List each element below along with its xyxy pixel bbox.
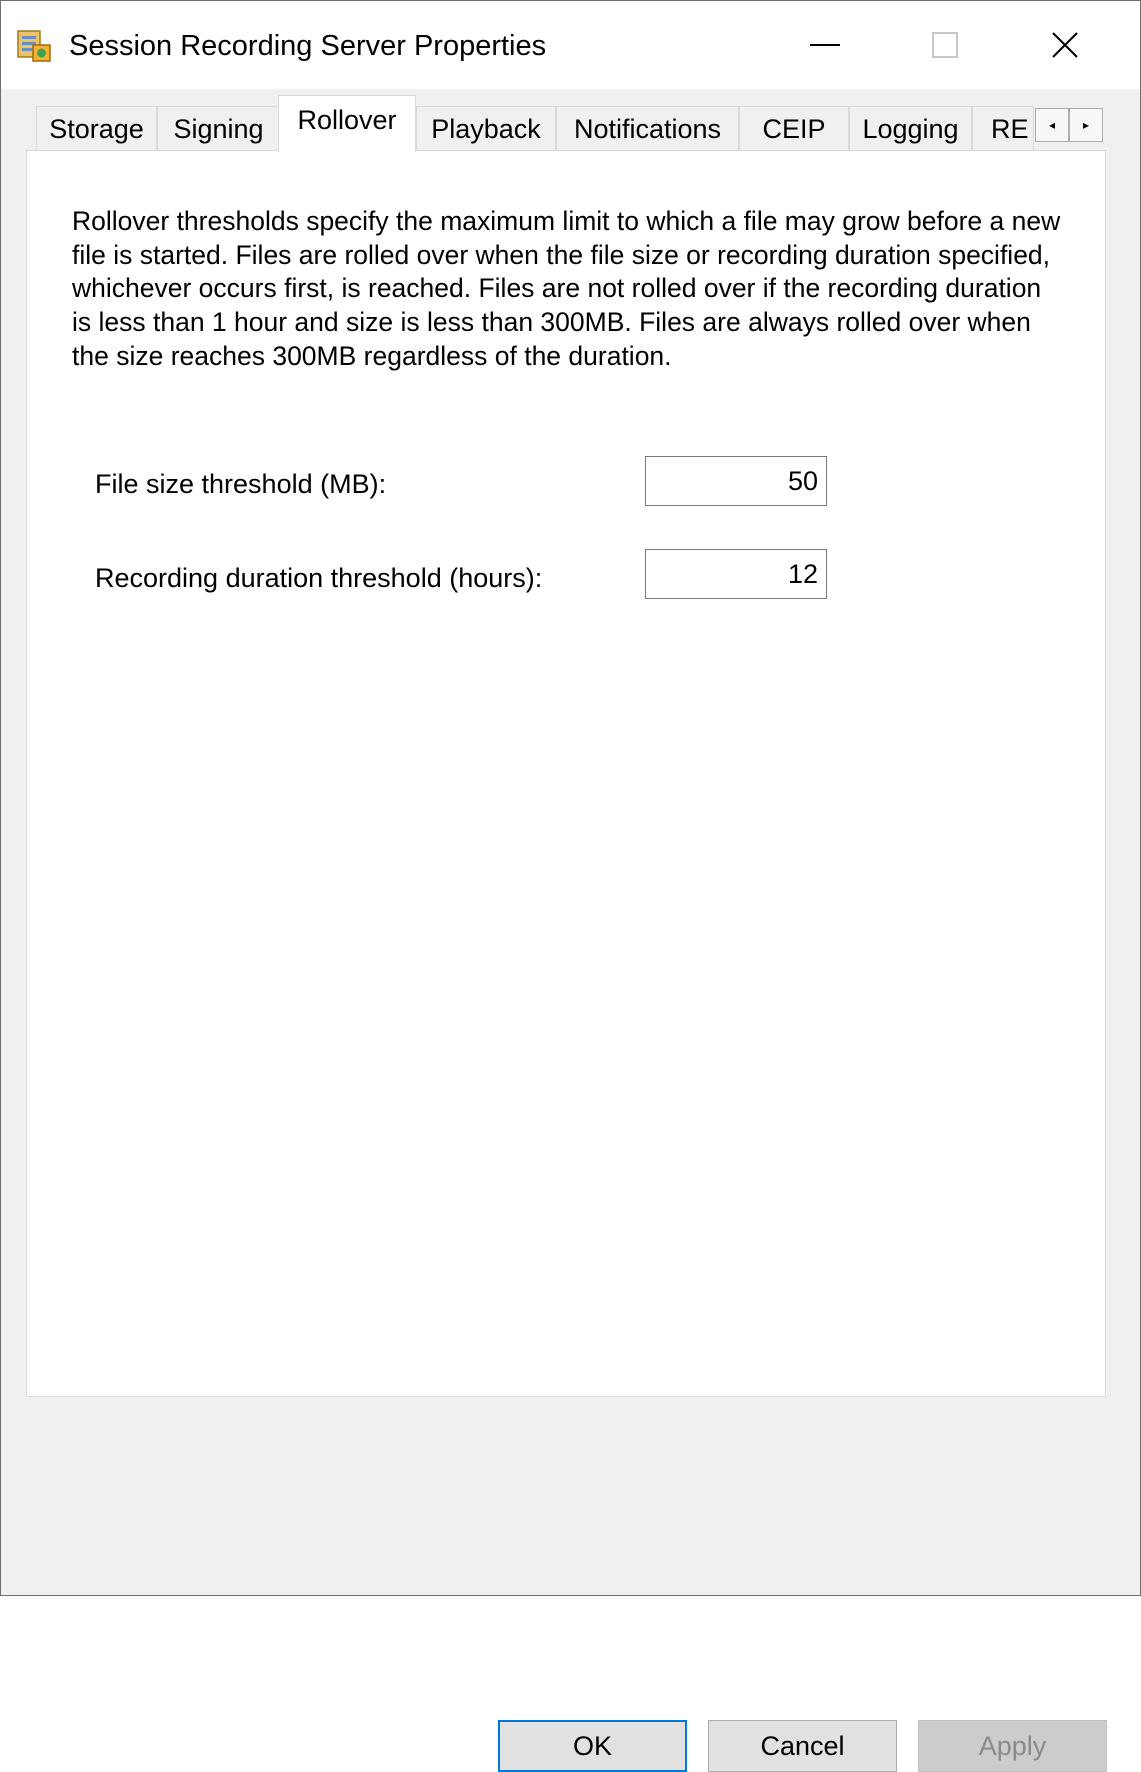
properties-dialog: Session Recording Server Properties Stor… (0, 0, 1141, 1596)
tab-notifications[interactable]: Notifications (556, 106, 739, 150)
server-properties-icon (16, 29, 52, 63)
ok-button[interactable]: OK (498, 1720, 687, 1772)
cancel-button[interactable]: Cancel (708, 1720, 897, 1772)
tab-storage[interactable]: Storage (36, 106, 157, 150)
tab-playback[interactable]: Playback (416, 106, 556, 150)
apply-button[interactable]: Apply (918, 1720, 1107, 1772)
tab-scroll-left-button[interactable]: ◂ (1035, 108, 1069, 142)
file-size-label: File size threshold (MB): (95, 469, 387, 499)
close-button[interactable] (1010, 1, 1120, 89)
tab-logging[interactable]: Logging (849, 106, 972, 150)
tab-strip: Storage Signing Rollover Playback Notifi… (1, 89, 1140, 152)
minimize-icon (810, 44, 840, 46)
tab-scroll-right-button[interactable]: ▸ (1069, 108, 1103, 142)
window-title: Session Recording Server Properties (69, 30, 547, 62)
maximize-icon (932, 32, 958, 58)
file-size-input[interactable] (645, 456, 827, 506)
tab-signing[interactable]: Signing (157, 106, 280, 150)
tab-rollover[interactable]: Rollover (278, 95, 416, 152)
duration-label: Recording duration threshold (hours): (95, 563, 543, 593)
duration-input[interactable] (645, 549, 827, 599)
title-bar: Session Recording Server Properties (1, 1, 1140, 89)
rollover-description: Rollover thresholds specify the maximum … (72, 206, 1061, 371)
close-icon (1052, 32, 1078, 58)
minimize-button[interactable] (770, 1, 880, 89)
chevron-left-icon: ◂ (1048, 118, 1056, 132)
maximize-button (890, 1, 1000, 89)
tab-ceip[interactable]: CEIP (739, 106, 849, 150)
chevron-right-icon: ▸ (1082, 118, 1090, 132)
rollover-panel: Rollover thresholds specify the maximum … (26, 150, 1106, 1397)
tab-re[interactable]: RE (972, 106, 1034, 150)
